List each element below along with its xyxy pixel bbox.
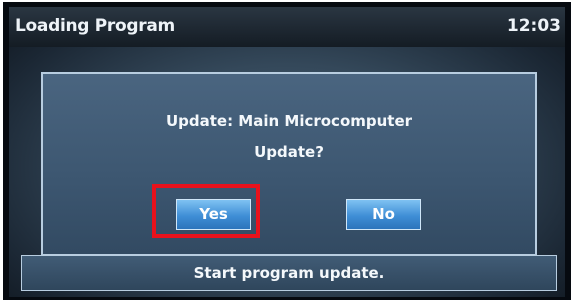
dialog-question: Update? (254, 143, 324, 161)
display-screen: Loading Program 12:03 Update: Main Micro… (9, 7, 565, 297)
yes-button-highlight (152, 184, 260, 238)
screen-title: Loading Program (15, 16, 175, 36)
screen-frame: Loading Program 12:03 Update: Main Micro… (3, 2, 571, 300)
clock: 12:03 (506, 16, 561, 36)
title-bar: Loading Program 12:03 (9, 7, 565, 47)
status-bar: Start program update. (21, 255, 557, 291)
no-button[interactable]: No (346, 199, 421, 230)
update-dialog: Update: Main Microcomputer Update? Yes N… (41, 72, 537, 256)
dialog-message: Update: Main Microcomputer (165, 112, 413, 130)
status-message: Start program update. (193, 264, 385, 282)
